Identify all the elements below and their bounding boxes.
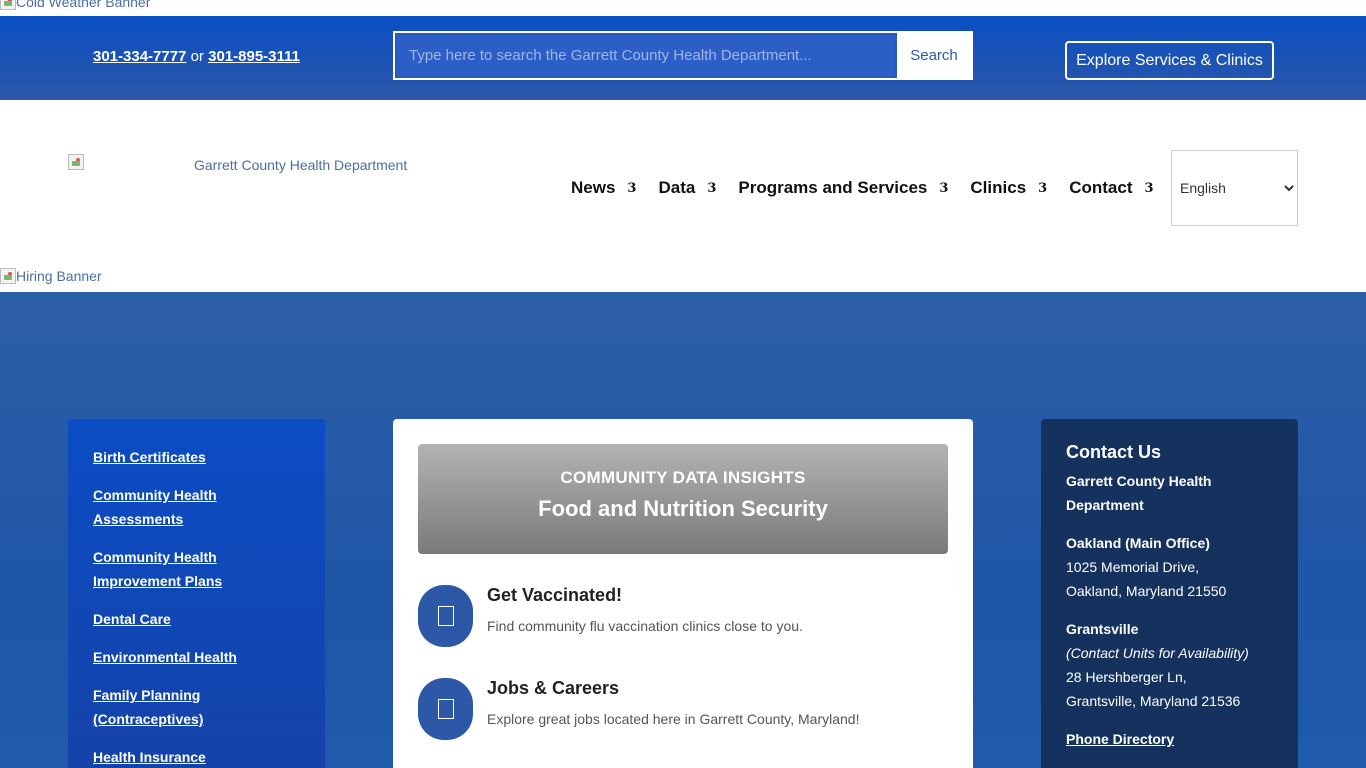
feature-get-vaccinated[interactable]: Get Vaccinated! Find community flu vacci… xyxy=(418,585,803,647)
contact-org-name: Garrett County Health Department xyxy=(1066,473,1212,513)
search-input[interactable] xyxy=(395,33,897,78)
nav-item-data[interactable]: Data 3 xyxy=(658,178,716,198)
phone-or-text: or xyxy=(190,48,204,65)
cold-weather-banner[interactable]: Cold Weather Banner xyxy=(0,0,150,10)
site-logo[interactable]: Garrett County Health Department xyxy=(68,154,407,173)
nav-label: Programs and Services xyxy=(738,178,928,197)
list-item: Family Planning (Contraceptives) xyxy=(93,683,300,731)
feature-description: Explore great jobs located here in Garre… xyxy=(487,711,860,727)
nav-label: Contact xyxy=(1069,178,1133,197)
site-logo-alt: Garrett County Health Department xyxy=(194,157,408,173)
grantsville-note: (Contact Units for Availability) xyxy=(1066,645,1249,661)
link-family-planning[interactable]: Family Planning (Contraceptives) xyxy=(93,687,203,727)
nav-item-programs[interactable]: Programs and Services 3 xyxy=(738,178,948,198)
search-form: Search xyxy=(393,31,973,80)
phone-link-main[interactable]: 301-334-7777 xyxy=(93,48,186,65)
grantsville-label: Grantsville xyxy=(1066,621,1139,637)
data-card-title: Food and Nutrition Security xyxy=(538,496,828,521)
chevron-down-icon: 3 xyxy=(1144,180,1154,196)
grantsville-address-line1: 28 Hershberger Ln, xyxy=(1066,669,1187,685)
phone-link-grantsville[interactable]: 301-895-3111 xyxy=(208,48,300,65)
list-item: Environmental Health xyxy=(93,645,300,669)
quick-links-list: Birth Certificates Community Health Asse… xyxy=(93,445,300,768)
feature-title: Get Vaccinated! xyxy=(487,585,623,605)
list-item: Community Health Improvement Plans xyxy=(93,545,300,593)
link-health-insurance[interactable]: Health Insurance xyxy=(93,749,206,765)
center-card: COMMUNITY DATA INSIGHTS Food and Nutriti… xyxy=(393,419,973,768)
community-data-insights-card[interactable]: COMMUNITY DATA INSIGHTS Food and Nutriti… xyxy=(418,444,948,554)
link-community-health-improvement-plans[interactable]: Community Health Improvement Plans xyxy=(93,549,222,589)
nav-item-clinics[interactable]: Clinics 3 xyxy=(970,178,1047,198)
syringe-icon xyxy=(418,585,473,647)
explore-services-button[interactable]: Explore Services & Clinics xyxy=(1065,41,1274,80)
nav-label: Clinics xyxy=(970,178,1027,197)
main-office-address-line2: Oakland, Maryland 21550 xyxy=(1066,583,1227,599)
nav-item-contact[interactable]: Contact 3 xyxy=(1069,178,1153,198)
list-item: Community Health Assessments xyxy=(93,483,300,531)
phone-numbers: 301-334-7777 or 301-895-3111 xyxy=(93,48,300,65)
phone-directory-link[interactable]: Phone Directory xyxy=(1066,731,1174,747)
feature-description: Find community flu vaccination clinics c… xyxy=(487,618,803,634)
contact-heading: Contact Us xyxy=(1066,442,1162,462)
chevron-down-icon: 3 xyxy=(939,180,949,196)
data-card-kicker: COMMUNITY DATA INSIGHTS xyxy=(560,468,806,487)
main-nav: News 3 Data 3 Programs and Services 3 Cl… xyxy=(571,178,1176,198)
nav-label: Data xyxy=(658,178,696,197)
chevron-down-icon: 3 xyxy=(707,180,717,196)
main-office-label: Oakland (Main Office) xyxy=(1066,535,1210,551)
broken-image-icon xyxy=(0,268,16,284)
quick-links-panel: Birth Certificates Community Health Asse… xyxy=(68,419,325,768)
search-button[interactable]: Search xyxy=(897,33,971,78)
list-item: Health Insurance xyxy=(93,745,300,768)
broken-image-icon xyxy=(0,0,16,10)
chevron-down-icon: 3 xyxy=(1038,180,1048,196)
link-community-health-assessments[interactable]: Community Health Assessments xyxy=(93,487,217,527)
cold-weather-banner-alt: Cold Weather Banner xyxy=(16,0,151,10)
list-item: Birth Certificates xyxy=(93,445,300,469)
contact-panel: Contact Us Garrett County Health Departm… xyxy=(1041,419,1298,768)
feature-title: Jobs & Careers xyxy=(487,678,620,698)
top-bar: 301-334-7777 or 301-895-3111 Search Expl… xyxy=(0,16,1366,100)
nav-item-news[interactable]: News 3 xyxy=(571,178,636,198)
hiring-banner[interactable]: Hiring Banner xyxy=(0,268,102,284)
link-environmental-health[interactable]: Environmental Health xyxy=(93,649,237,665)
hiring-banner-alt: Hiring Banner xyxy=(16,268,102,284)
grantsville-address-line2: Grantsville, Maryland 21536 xyxy=(1066,693,1241,709)
language-select[interactable]: English xyxy=(1171,150,1298,226)
nav-label: News xyxy=(571,178,616,197)
feature-jobs-careers[interactable]: Jobs & Careers Explore great jobs locate… xyxy=(418,678,859,740)
main-office-address-line1: 1025 Memorial Drive, xyxy=(1066,559,1200,575)
link-dental-care[interactable]: Dental Care xyxy=(93,611,171,627)
list-item: Dental Care xyxy=(93,607,300,631)
briefcase-icon xyxy=(418,678,473,740)
site-header: Garrett County Health Department News 3 … xyxy=(0,100,1366,276)
main-content: Birth Certificates Community Health Asse… xyxy=(0,292,1366,768)
link-birth-certificates[interactable]: Birth Certificates xyxy=(93,449,206,465)
chevron-down-icon: 3 xyxy=(627,180,637,196)
broken-image-icon xyxy=(68,154,84,170)
